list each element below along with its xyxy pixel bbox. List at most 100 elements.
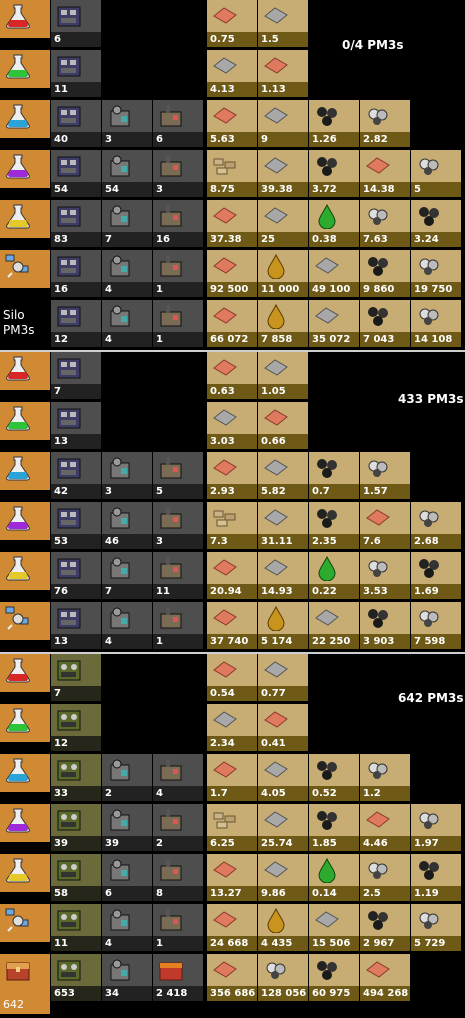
building-count: 3	[105, 134, 112, 145]
section-label: 0/4 PM3s	[342, 38, 404, 52]
building-cell: 12	[51, 704, 101, 751]
building-cell: 4	[153, 754, 203, 801]
building-count: 4	[105, 334, 112, 345]
building-cell: 16	[51, 250, 101, 297]
section-label: 642 PM3s	[398, 691, 464, 705]
resource-cell: 3 903	[360, 602, 410, 649]
building-count: 4	[105, 284, 112, 295]
resource-cell: 4.05	[258, 754, 308, 801]
building-count: 13	[54, 636, 68, 647]
section-divider	[0, 652, 465, 654]
building-count: 16	[156, 234, 170, 245]
resource-rate: 24 668	[210, 938, 249, 949]
resource-rate: 0.75	[210, 34, 235, 45]
building-cell: 34	[102, 954, 152, 1001]
building-count: 12	[54, 738, 68, 749]
resource-cell: 1.69	[411, 552, 461, 599]
resource-cell: 9.86	[258, 854, 308, 901]
resource-cell: 7 043	[360, 300, 410, 347]
building-cell: 1	[153, 904, 203, 951]
resource-cell: 1.13	[258, 50, 308, 97]
building-cell: 4	[102, 250, 152, 297]
building-count: 7	[105, 234, 112, 245]
building-count: 3	[156, 184, 163, 195]
resource-rate: 66 072	[210, 334, 249, 345]
resource-rate: 2.34	[210, 738, 235, 749]
resource-rate: 1.05	[261, 386, 286, 397]
building-count: 2	[105, 788, 112, 799]
building-count: 2 418	[156, 988, 188, 999]
resource-rate: 0.66	[261, 436, 286, 447]
resource-cell: 0.52	[309, 754, 359, 801]
section-label: 433 PM3s	[398, 392, 464, 406]
building-cell: 33	[51, 754, 101, 801]
resource-rate: 9 860	[363, 284, 395, 295]
resource-cell: 19 750	[411, 250, 461, 297]
resource-rate: 3.03	[210, 436, 235, 447]
building-cell: 6	[153, 100, 203, 147]
resource-cell: 92 500	[207, 250, 257, 297]
building-cell: 4	[102, 904, 152, 951]
building-cell: 54	[51, 150, 101, 197]
resource-rate: 5.63	[210, 134, 235, 145]
resource-rate: 356 686	[210, 988, 256, 999]
building-cell: 7	[102, 552, 152, 599]
resource-rate: 2.82	[363, 134, 388, 145]
resource-cell: 8.75	[207, 150, 257, 197]
resource-cell: 66 072	[207, 300, 257, 347]
resource-cell: 60 975	[309, 954, 359, 1001]
resource-rate: 1.13	[261, 84, 286, 95]
resource-cell: 3.72	[309, 150, 359, 197]
resource-rate: 1.97	[414, 838, 439, 849]
building-cell: 39	[102, 804, 152, 851]
resource-cell: 39.38	[258, 150, 308, 197]
building-cell: 4	[102, 300, 152, 347]
resource-rate: 1.57	[363, 486, 388, 497]
building-cell: 53	[51, 502, 101, 549]
resource-rate: 1.19	[414, 888, 439, 899]
building-count: 7	[54, 386, 61, 397]
resource-cell: 0.77	[258, 654, 308, 701]
building-count: 3	[105, 486, 112, 497]
resource-rate: 7.63	[363, 234, 388, 245]
building-count: 16	[54, 284, 68, 295]
science-cell	[0, 904, 50, 942]
resource-cell: 14.38	[360, 150, 410, 197]
resource-cell: 3.03	[207, 402, 257, 449]
resource-cell: 128 056	[258, 954, 308, 1001]
resource-rate: 2 967	[363, 938, 395, 949]
resource-rate: 0.77	[261, 688, 286, 699]
building-count: 6	[54, 34, 61, 45]
resource-rate: 4 435	[261, 938, 293, 949]
resource-cell: 0.7	[309, 452, 359, 499]
building-cell: 6	[51, 0, 101, 47]
resource-rate: 3.53	[363, 586, 388, 597]
building-cell: 83	[51, 200, 101, 247]
resource-rate: 7 043	[363, 334, 395, 345]
resource-cell: 37.38	[207, 200, 257, 247]
resource-cell: 31.11	[258, 502, 308, 549]
resource-rate: 49 100	[312, 284, 351, 295]
building-cell: 5	[153, 452, 203, 499]
science-cell	[0, 100, 50, 138]
science-cell	[0, 654, 50, 692]
building-cell: 54	[102, 150, 152, 197]
building-count: 11	[156, 586, 170, 597]
resource-cell: 0.38	[309, 200, 359, 247]
resource-rate: 9	[261, 134, 268, 145]
resource-cell: 4.46	[360, 804, 410, 851]
resource-cell: 1.2	[360, 754, 410, 801]
building-count: 1	[156, 284, 163, 295]
building-cell: 7	[51, 654, 101, 701]
resource-rate: 1.7	[210, 788, 228, 799]
resource-rate: 11 000	[261, 284, 300, 295]
building-cell: 4	[102, 602, 152, 649]
resource-cell: 1.57	[360, 452, 410, 499]
building-cell: 46	[102, 502, 152, 549]
resource-cell: 1.26	[309, 100, 359, 147]
resource-cell: 9	[258, 100, 308, 147]
science-cell	[0, 402, 50, 440]
resource-cell: 2.35	[309, 502, 359, 549]
resource-cell: 0.41	[258, 704, 308, 751]
resource-cell: 2.34	[207, 704, 257, 751]
